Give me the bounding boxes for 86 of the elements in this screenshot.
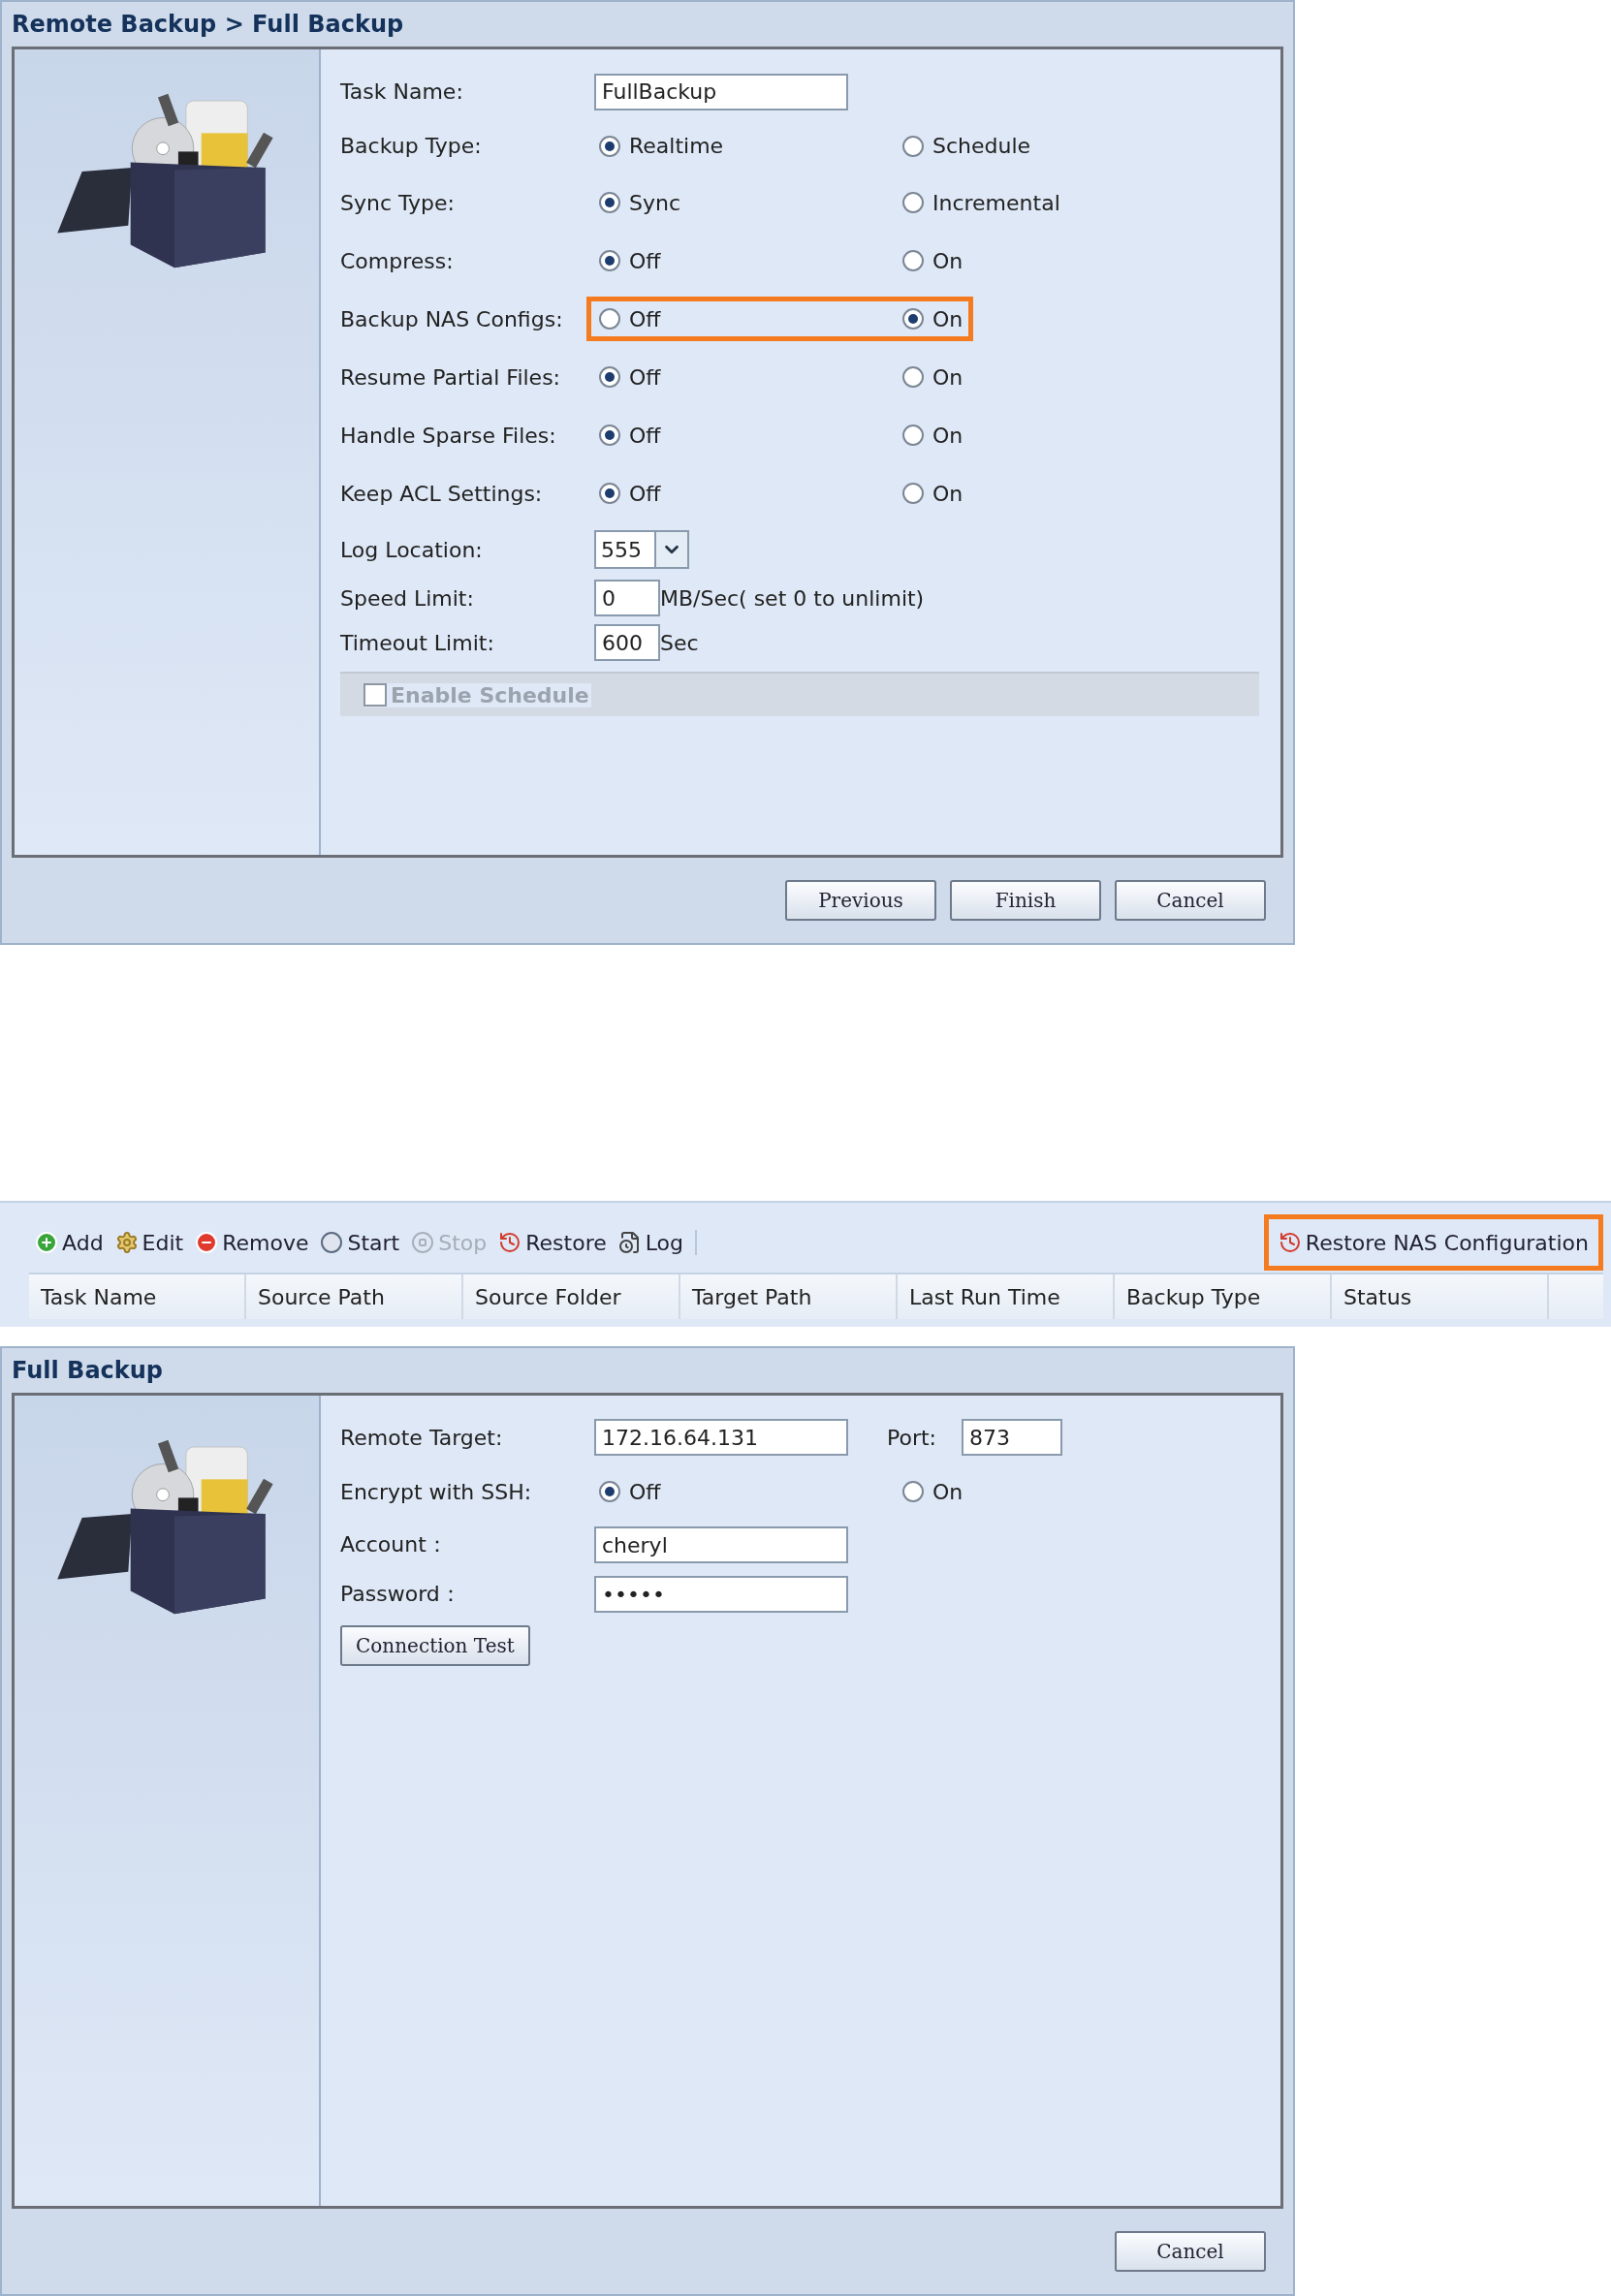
field-label: Timeout Limit:	[340, 630, 495, 655]
document-clock-icon	[617, 1231, 642, 1254]
column-header[interactable]: Source Folder	[463, 1274, 680, 1319]
radio-option[interactable]: On	[902, 1479, 963, 1504]
field-label: Resume Partial Files:	[340, 364, 561, 390]
radio-option[interactable]: Off	[599, 364, 902, 390]
field-label: Password：	[340, 1581, 462, 1608]
radio-icon[interactable]	[902, 366, 924, 388]
radio-icon[interactable]	[599, 366, 620, 388]
field-label: Compress:	[340, 248, 455, 273]
text-field[interactable]: FullBackup	[594, 73, 848, 110]
toolbar-button[interactable]: Add	[29, 1230, 110, 1255]
field-label: Remote Target:	[340, 1425, 504, 1450]
field-label: Keep ACL Settings:	[340, 481, 544, 506]
remove-icon	[195, 1231, 219, 1254]
column-header[interactable]: Backup Type	[1115, 1274, 1332, 1319]
field-label: Encrypt with SSH:	[340, 1479, 533, 1504]
column-header[interactable]: Last Run Time	[898, 1274, 1115, 1319]
field-label: Task Name:	[340, 79, 464, 104]
radio-option[interactable]: On	[902, 481, 963, 506]
text-field[interactable]: 600	[594, 624, 660, 661]
field-label: Port:	[887, 1425, 937, 1450]
clock-arrow-icon	[498, 1231, 522, 1254]
radio-option[interactable]: Off	[599, 248, 902, 273]
radio-icon[interactable]	[902, 192, 924, 213]
column-header[interactable]: Target Path	[680, 1274, 898, 1319]
radio-icon[interactable]	[599, 192, 620, 213]
toolbar-button[interactable]: Remove	[189, 1230, 315, 1255]
text-field[interactable]: 172.16.64.131	[594, 1419, 848, 1456]
toolbar-button[interactable]: Log	[612, 1230, 690, 1255]
column-header[interactable]: Source Path	[246, 1274, 463, 1319]
radio-icon[interactable]	[902, 1481, 924, 1502]
column-header[interactable]: Task Name	[29, 1274, 246, 1319]
field-label: Backup Type:	[340, 134, 483, 158]
radio-option[interactable]: On	[902, 423, 963, 448]
radio-icon[interactable]	[902, 135, 924, 157]
unit-label: MB/Sec( set 0 to unlimit)	[660, 585, 925, 611]
radio-option[interactable]: Sync	[599, 190, 902, 215]
text-field[interactable]: •••••	[594, 1576, 848, 1613]
toolbar-button[interactable]: Restore	[492, 1230, 613, 1255]
radio-option[interactable]: Off	[599, 1479, 902, 1504]
radio-icon[interactable]	[599, 425, 620, 446]
radio-option[interactable]: Off	[599, 306, 902, 331]
radio-icon[interactable]	[902, 483, 924, 504]
window-title: Remote Backup > Full Backup	[12, 11, 404, 38]
field-label: Log Location:	[340, 537, 484, 562]
dialog-button[interactable]: Cancel	[1115, 880, 1266, 921]
field-label: Handle Sparse Files:	[340, 423, 557, 448]
field-label: Sync Type:	[340, 190, 456, 215]
add-icon	[35, 1231, 58, 1254]
dialog-button[interactable]: Finish	[950, 880, 1101, 921]
radio-icon[interactable]	[599, 1481, 620, 1502]
stop-icon	[411, 1231, 435, 1254]
unit-label: Sec	[660, 630, 699, 655]
radio-icon[interactable]	[902, 308, 924, 330]
radio-icon[interactable]	[902, 425, 924, 446]
dialog-button[interactable]: Previous	[785, 880, 936, 921]
dialog-button[interactable]: Cancel	[1115, 2231, 1266, 2272]
radio-icon[interactable]	[599, 135, 620, 157]
dropdown[interactable]: 555	[594, 530, 689, 569]
radio-option[interactable]: Incremental	[902, 190, 1060, 215]
radio-icon[interactable]	[599, 308, 620, 330]
radio-option[interactable]: On	[902, 248, 963, 273]
text-field[interactable]: cheryl	[594, 1526, 848, 1563]
gear-icon	[114, 1231, 139, 1254]
restore-configuration-button[interactable]: Restore NAS Configuration	[1263, 1214, 1603, 1271]
radio-option[interactable]: Off	[599, 423, 902, 448]
field-label: Account：	[340, 1531, 449, 1558]
radio-option[interactable]: On	[902, 364, 963, 390]
text-field[interactable]: 873	[962, 1419, 1063, 1456]
connection-test-button[interactable]: Connection Test	[340, 1625, 530, 1666]
text-field[interactable]: 0	[594, 580, 660, 616]
radio-option[interactable]: Off	[599, 481, 902, 506]
radio-option[interactable]: Schedule	[902, 134, 1031, 158]
radio-icon[interactable]	[902, 250, 924, 271]
radio-icon[interactable]	[599, 250, 620, 271]
window-title: Full Backup	[12, 1357, 164, 1384]
radio-icon[interactable]	[599, 483, 620, 504]
toolbar-button[interactable]: Edit	[109, 1230, 190, 1255]
clock-arrow-icon	[1278, 1231, 1302, 1254]
toolbar-button[interactable]: Start	[314, 1230, 406, 1255]
radio-option[interactable]: Realtime	[599, 134, 902, 158]
column-header[interactable]: Status	[1332, 1274, 1549, 1319]
radio-option[interactable]: On	[902, 306, 963, 331]
field-label: Backup NAS Configs:	[340, 306, 564, 331]
field-label: Speed Limit:	[340, 585, 475, 611]
